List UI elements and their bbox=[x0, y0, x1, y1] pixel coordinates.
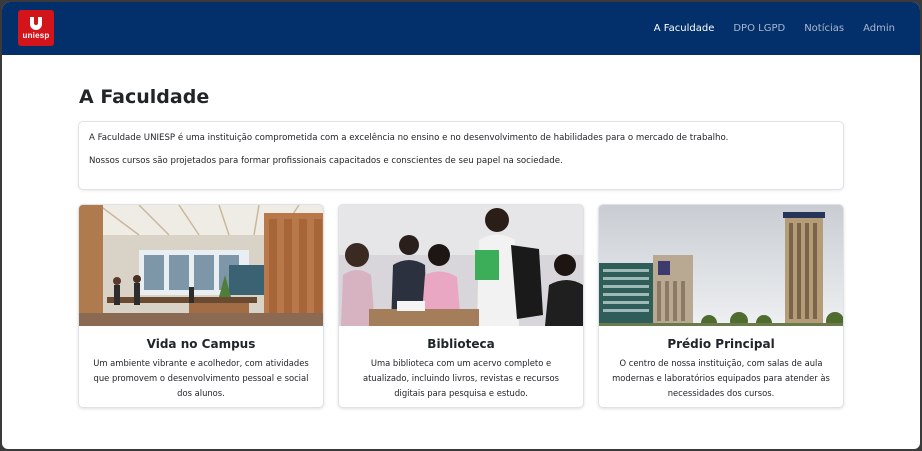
nav-link-admin[interactable]: Admin bbox=[863, 23, 895, 34]
card-text: Um ambiente vibrante e acolhedor, com at… bbox=[93, 358, 309, 398]
logo-shield-icon bbox=[30, 16, 42, 30]
main-building-photo bbox=[599, 205, 843, 326]
card-title: Vida no Campus bbox=[146, 337, 256, 351]
card-title: Prédio Principal bbox=[667, 337, 775, 351]
card-predio-principal: Prédio Principal O centro de nossa insti… bbox=[598, 204, 844, 408]
nav-link-noticias[interactable]: Notícias bbox=[804, 23, 844, 34]
card-vida-no-campus: Vida no Campus Um ambiente vibrante e ac… bbox=[78, 204, 324, 408]
card-biblioteca: Biblioteca Uma biblioteca com um acervo … bbox=[338, 204, 584, 408]
uniesp-logo[interactable]: uniesp bbox=[18, 10, 54, 46]
browser-viewport: uniesp A Faculdade DPO LGPD Notícias Adm… bbox=[2, 2, 920, 449]
intro-paragraph: Nossos cursos são projetados para formar… bbox=[89, 156, 563, 166]
intro-paragraph: A Faculdade UNIESP é uma instituição com… bbox=[89, 133, 729, 143]
card-text: Uma biblioteca com um acervo completo e … bbox=[362, 358, 560, 398]
feature-cards: Vida no Campus Um ambiente vibrante e ac… bbox=[78, 204, 844, 408]
nav-link-a-faculdade[interactable]: A Faculdade bbox=[654, 23, 715, 34]
logo-text: uniesp bbox=[22, 30, 50, 40]
students-studying-photo bbox=[339, 205, 583, 326]
card-title: Biblioteca bbox=[427, 337, 495, 351]
card-text: O centro de nossa instituição, com salas… bbox=[612, 358, 830, 398]
nav-link-dpo-lgpd[interactable]: DPO LGPD bbox=[733, 23, 785, 34]
nav-links: A Faculdade DPO LGPD Notícias Admin bbox=[654, 2, 895, 55]
page-title: A Faculdade bbox=[79, 86, 210, 108]
top-navbar: uniesp A Faculdade DPO LGPD Notícias Adm… bbox=[2, 2, 920, 55]
intro-box: A Faculdade UNIESP é uma instituição com… bbox=[78, 121, 844, 190]
campus-office-photo bbox=[79, 205, 323, 326]
